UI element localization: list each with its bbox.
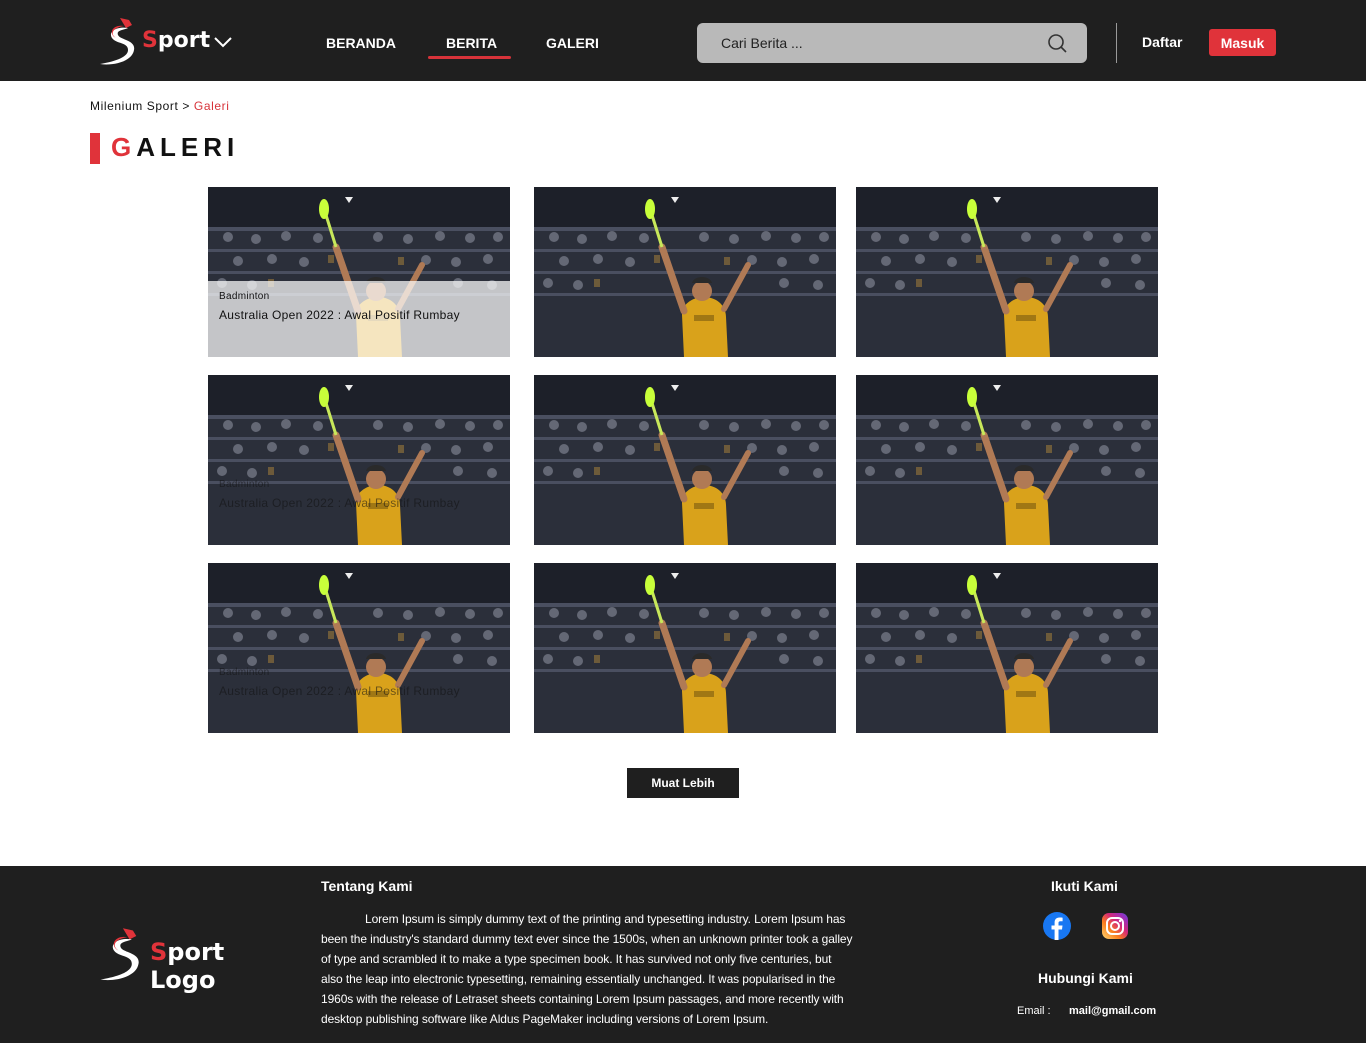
- email-label: Email :: [1017, 1005, 1051, 1017]
- badminton-photo: [856, 187, 1158, 357]
- register-link[interactable]: Daftar: [1142, 34, 1182, 50]
- gallery-card[interactable]: [856, 375, 1158, 545]
- badminton-photo: [208, 375, 510, 545]
- login-button[interactable]: Masuk: [1209, 29, 1276, 56]
- card-title: Australia Open 2022 : Awal Positif Rumba…: [219, 684, 460, 698]
- instagram-icon[interactable]: [1101, 912, 1129, 940]
- facebook-icon[interactable]: [1043, 912, 1071, 940]
- footer-brand-name: Sport Logo: [150, 938, 225, 994]
- brand-name: Sport: [142, 28, 211, 53]
- top-navbar: Sport BERANDA BERITA GALERI Daftar Masuk: [0, 0, 1366, 81]
- card-category: Badminton: [219, 479, 270, 490]
- about-heading: Tentang Kami: [321, 878, 413, 894]
- badminton-photo: [856, 563, 1158, 733]
- search-icon[interactable]: [1047, 33, 1067, 53]
- card-category: Badminton: [219, 291, 270, 302]
- gallery-card[interactable]: Badminton Australia Open 2022 : Awal Posi…: [208, 563, 510, 733]
- search-box: [697, 23, 1087, 63]
- header-divider: [1116, 23, 1117, 63]
- gallery-card[interactable]: Badminton Australia Open 2022 : Awal Posi…: [208, 375, 510, 545]
- gallery-card[interactable]: [856, 563, 1158, 733]
- badminton-photo: [856, 375, 1158, 545]
- card-category: Badminton: [219, 667, 270, 678]
- breadcrumb-separator: >: [178, 99, 194, 113]
- nav-berita[interactable]: BERITA: [446, 35, 497, 51]
- email-link[interactable]: mail@gmail.com: [1069, 1005, 1156, 1017]
- badminton-photo: [208, 563, 510, 733]
- page-title: GALERI: [111, 132, 240, 162]
- title-accent-bar: [90, 133, 100, 164]
- gallery-card[interactable]: Badminton Australia Open 2022 : Awal Posi…: [208, 187, 510, 357]
- breadcrumb-home[interactable]: Milenium Sport: [90, 99, 178, 113]
- badminton-photo: [534, 187, 836, 357]
- follow-heading: Ikuti Kami: [1051, 878, 1118, 894]
- load-more-button[interactable]: Muat Lebih: [627, 768, 739, 798]
- gallery-card[interactable]: [856, 187, 1158, 357]
- footer-logo: Sport Logo: [98, 926, 288, 994]
- badminton-photo: [534, 375, 836, 545]
- active-nav-indicator: [428, 56, 511, 59]
- card-title: Australia Open 2022 : Awal Positif Rumba…: [219, 496, 460, 510]
- search-input[interactable]: [721, 23, 1031, 63]
- badminton-photo: [534, 563, 836, 733]
- card-title: Australia Open 2022 : Awal Positif Rumba…: [219, 308, 460, 322]
- gallery-card[interactable]: [534, 187, 836, 357]
- about-text: Lorem Ipsum is simply dummy text of the …: [321, 912, 853, 1026]
- gallery-card[interactable]: [534, 375, 836, 545]
- brand-logo[interactable]: Sport: [98, 16, 248, 68]
- breadcrumb: Milenium Sport > Galeri: [90, 99, 230, 113]
- sport-logo-icon: [100, 18, 135, 65]
- nav-beranda[interactable]: BERANDA: [326, 35, 396, 51]
- footer: Sport Logo Tentang Kami Lorem Ipsum is s…: [0, 866, 1366, 1043]
- breadcrumb-current: Galeri: [193, 99, 230, 113]
- sport-logo-icon: [100, 928, 139, 981]
- chevron-down-icon[interactable]: [213, 36, 233, 48]
- contact-heading: Hubungi Kami: [1038, 970, 1133, 986]
- nav-galeri[interactable]: GALERI: [546, 35, 599, 51]
- gallery-card[interactable]: [534, 563, 836, 733]
